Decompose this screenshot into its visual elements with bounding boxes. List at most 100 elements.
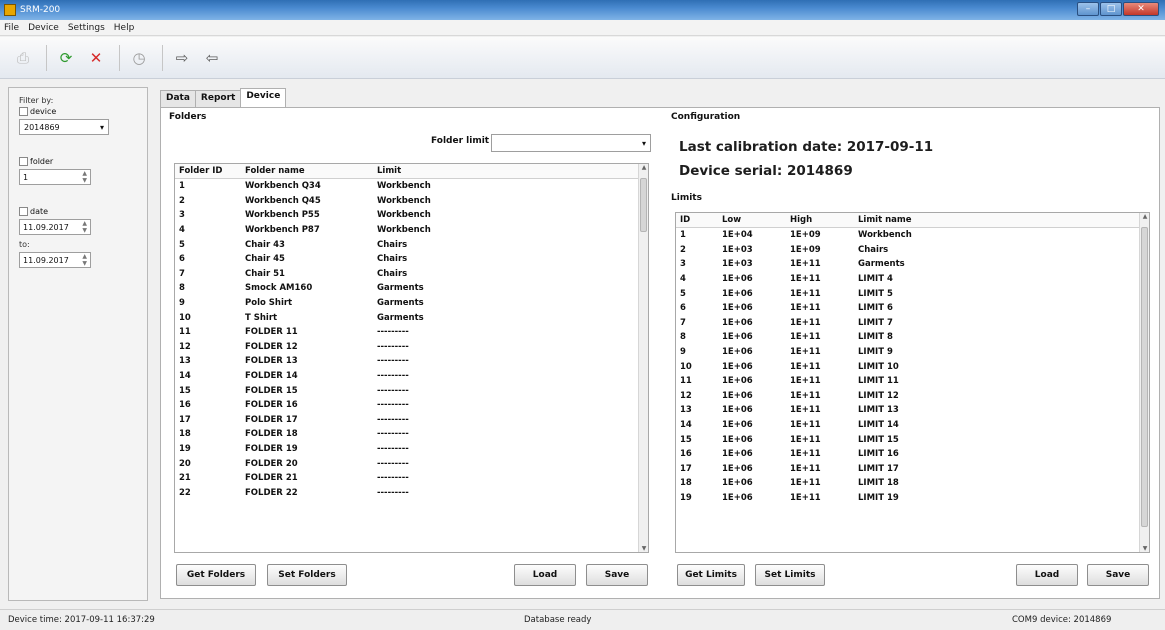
col-limit[interactable]: Limit bbox=[377, 166, 497, 176]
table-row[interactable]: 12 1E+06 1E+11 LIMIT 12 bbox=[676, 389, 1149, 404]
table-row[interactable]: 1 1E+04 1E+09 Workbench bbox=[676, 228, 1149, 243]
table-cell: 19 bbox=[680, 492, 692, 503]
col-folder-name[interactable]: Folder name bbox=[245, 166, 377, 176]
tab-device[interactable]: Device bbox=[240, 88, 287, 107]
col-low[interactable]: Low bbox=[722, 215, 790, 225]
limits-scrollbar[interactable]: ▲ ▼ bbox=[1139, 213, 1149, 552]
limits-load-button[interactable]: Load bbox=[1016, 564, 1078, 586]
scroll-down-icon[interactable]: ▼ bbox=[639, 545, 648, 552]
scroll-up-icon[interactable]: ▲ bbox=[1140, 213, 1149, 220]
get-folders-button[interactable]: Get Folders bbox=[176, 564, 256, 586]
col-id[interactable]: ID bbox=[676, 215, 722, 225]
table-row[interactable]: 7 Chair 51 Chairs bbox=[175, 267, 648, 282]
table-row[interactable]: 14 FOLDER 14 --------- bbox=[175, 369, 648, 384]
tab-data[interactable]: Data bbox=[160, 90, 196, 107]
scroll-up-icon[interactable]: ▲ bbox=[639, 164, 648, 171]
table-row[interactable]: 4 1E+06 1E+11 LIMIT 4 bbox=[676, 272, 1149, 287]
table-row[interactable]: 22 FOLDER 22 --------- bbox=[175, 485, 648, 500]
table-row[interactable]: 18 1E+06 1E+11 LIMIT 18 bbox=[676, 476, 1149, 491]
date-from-field[interactable]: 11.09.2017 ▲ ▼ bbox=[19, 219, 91, 235]
table-row[interactable]: 9 1E+06 1E+11 LIMIT 9 bbox=[676, 345, 1149, 360]
device-select[interactable]: 2014869 ▾ bbox=[19, 119, 109, 135]
table-row[interactable]: 18 FOLDER 18 --------- bbox=[175, 427, 648, 442]
table-row[interactable]: 19 FOLDER 19 --------- bbox=[175, 442, 648, 457]
folder-limit-select[interactable]: ▾ bbox=[491, 134, 651, 152]
table-row[interactable]: 10 T Shirt Garments bbox=[175, 310, 648, 325]
table-row[interactable]: 21 FOLDER 21 --------- bbox=[175, 471, 648, 486]
scroll-thumb[interactable] bbox=[640, 178, 647, 232]
table-row[interactable]: 6 1E+06 1E+11 LIMIT 6 bbox=[676, 301, 1149, 316]
table-row[interactable]: 10 1E+06 1E+11 LIMIT 10 bbox=[676, 359, 1149, 374]
table-row[interactable]: 1 Workbench Q34 Workbench bbox=[175, 179, 648, 194]
date-checkbox[interactable] bbox=[19, 207, 28, 216]
table-row[interactable]: 6 Chair 45 Chairs bbox=[175, 252, 648, 267]
device-checkbox[interactable] bbox=[19, 107, 28, 116]
table-row[interactable]: 15 FOLDER 15 --------- bbox=[175, 383, 648, 398]
table-row[interactable]: 17 FOLDER 17 --------- bbox=[175, 413, 648, 428]
table-row[interactable]: 2 Workbench Q45 Workbench bbox=[175, 194, 648, 209]
export-icon[interactable]: ⇦ bbox=[199, 45, 225, 71]
spin-arrows-icon[interactable]: ▲ ▼ bbox=[82, 170, 87, 184]
folders-save-button[interactable]: Save bbox=[586, 564, 648, 586]
table-row[interactable]: 20 FOLDER 20 --------- bbox=[175, 456, 648, 471]
table-cell: LIMIT 5 bbox=[858, 288, 893, 299]
spin-arrows-icon[interactable]: ▲ ▼ bbox=[82, 253, 87, 267]
table-cell: Workbench P87 bbox=[245, 225, 320, 236]
table-row[interactable]: 8 1E+06 1E+11 LIMIT 8 bbox=[676, 330, 1149, 345]
table-row[interactable]: 12 FOLDER 12 --------- bbox=[175, 340, 648, 355]
scroll-thumb[interactable] bbox=[1141, 227, 1148, 527]
table-row[interactable]: 13 1E+06 1E+11 LIMIT 13 bbox=[676, 403, 1149, 418]
table-row[interactable]: 11 1E+06 1E+11 LIMIT 11 bbox=[676, 374, 1149, 389]
date-to-field[interactable]: 11.09.2017 ▲ ▼ bbox=[19, 252, 91, 268]
maximize-button[interactable]: □ bbox=[1100, 2, 1122, 16]
table-row[interactable]: 19 1E+06 1E+11 LIMIT 19 bbox=[676, 491, 1149, 506]
table-cell: LIMIT 16 bbox=[858, 449, 899, 460]
table-cell: --------- bbox=[377, 385, 409, 396]
tab-report[interactable]: Report bbox=[194, 90, 242, 107]
scroll-down-icon[interactable]: ▼ bbox=[1140, 545, 1149, 552]
refresh-icon[interactable]: ⟳ bbox=[53, 45, 79, 71]
table-cell: Chair 43 bbox=[245, 239, 285, 250]
menu-settings[interactable]: Settings bbox=[68, 23, 105, 33]
table-row[interactable]: 3 1E+03 1E+11 Garments bbox=[676, 257, 1149, 272]
table-row[interactable]: 13 FOLDER 13 --------- bbox=[175, 354, 648, 369]
folders-load-button[interactable]: Load bbox=[514, 564, 576, 586]
delete-icon[interactable]: ✕ bbox=[83, 45, 109, 71]
minimize-button[interactable]: – bbox=[1077, 2, 1099, 16]
table-row[interactable]: 11 FOLDER 11 --------- bbox=[175, 325, 648, 340]
import-icon[interactable]: ⇨ bbox=[169, 45, 195, 71]
set-folders-button[interactable]: Set Folders bbox=[267, 564, 347, 586]
col-folder-id[interactable]: Folder ID bbox=[175, 166, 245, 176]
menu-file[interactable]: File bbox=[4, 23, 19, 33]
table-row[interactable]: 2 1E+03 1E+09 Chairs bbox=[676, 243, 1149, 258]
table-row[interactable]: 16 1E+06 1E+11 LIMIT 16 bbox=[676, 447, 1149, 462]
limits-save-button[interactable]: Save bbox=[1087, 564, 1149, 586]
table-row[interactable]: 14 1E+06 1E+11 LIMIT 14 bbox=[676, 418, 1149, 433]
spin-arrows-icon[interactable]: ▲ ▼ bbox=[82, 220, 87, 234]
table-row[interactable]: 5 Chair 43 Chairs bbox=[175, 237, 648, 252]
get-limits-button[interactable]: Get Limits bbox=[677, 564, 745, 586]
table-row[interactable]: 9 Polo Shirt Garments bbox=[175, 296, 648, 311]
table-row[interactable]: 17 1E+06 1E+11 LIMIT 17 bbox=[676, 462, 1149, 477]
folder-spinbox[interactable]: 1 ▲ ▼ bbox=[19, 169, 91, 185]
table-row[interactable]: 15 1E+06 1E+11 LIMIT 15 bbox=[676, 432, 1149, 447]
table-row[interactable]: 5 1E+06 1E+11 LIMIT 5 bbox=[676, 286, 1149, 301]
table-row[interactable]: 8 Smock AM160 Garments bbox=[175, 281, 648, 296]
table-cell: Garments bbox=[377, 298, 424, 309]
table-row[interactable]: 7 1E+06 1E+11 LIMIT 7 bbox=[676, 316, 1149, 331]
table-row[interactable]: 4 Workbench P87 Workbench bbox=[175, 223, 648, 238]
table-row[interactable]: 16 FOLDER 16 --------- bbox=[175, 398, 648, 413]
close-button[interactable]: ✕ bbox=[1123, 2, 1159, 16]
col-limit-name[interactable]: Limit name bbox=[858, 215, 998, 225]
table-row[interactable]: 3 Workbench P55 Workbench bbox=[175, 208, 648, 223]
table-cell: Chairs bbox=[377, 239, 408, 250]
set-limits-button[interactable]: Set Limits bbox=[755, 564, 825, 586]
col-high[interactable]: High bbox=[790, 215, 858, 225]
folders-scrollbar[interactable]: ▲ ▼ bbox=[638, 164, 648, 552]
menu-help[interactable]: Help bbox=[114, 23, 135, 33]
table-cell: 6 bbox=[179, 254, 185, 265]
clock-icon[interactable]: ◷ bbox=[126, 45, 152, 71]
folder-checkbox[interactable] bbox=[19, 157, 28, 166]
menu-device[interactable]: Device bbox=[28, 23, 59, 33]
print-icon[interactable]: ⎙ bbox=[10, 45, 36, 71]
